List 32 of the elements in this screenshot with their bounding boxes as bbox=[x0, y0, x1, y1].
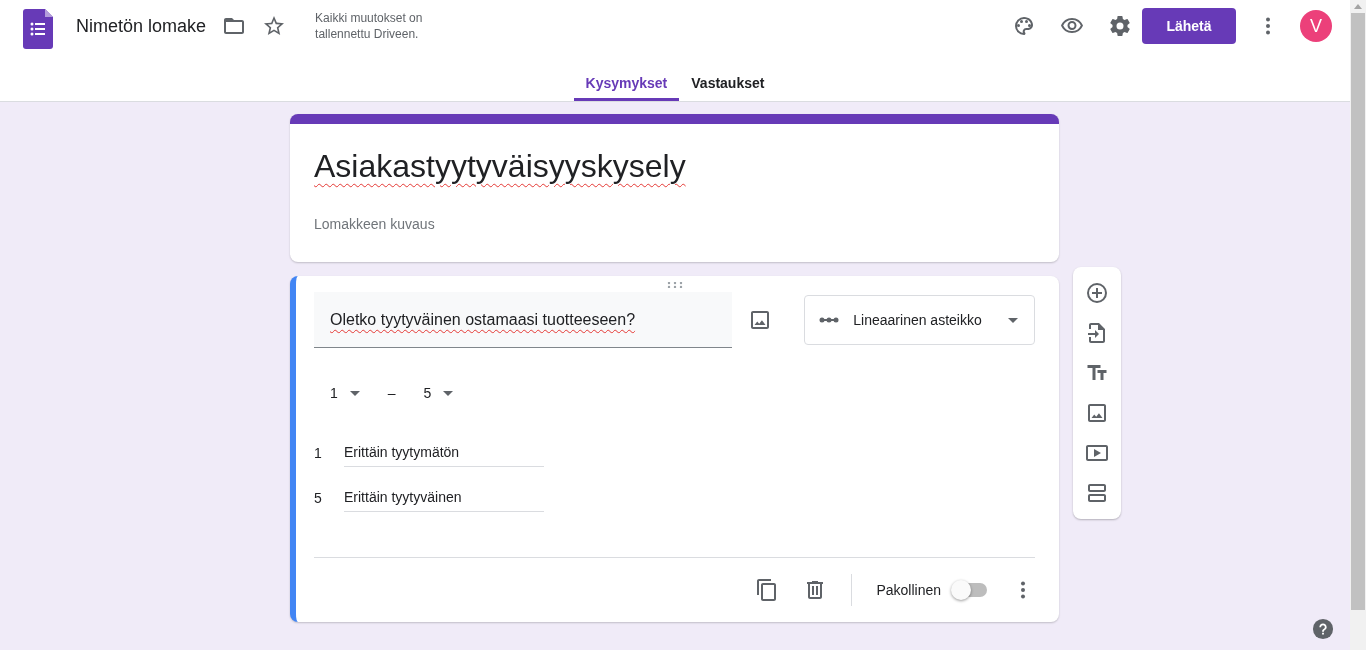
scale-max-dropdown[interactable]: 5 bbox=[423, 385, 454, 401]
scale-value: 5 bbox=[314, 490, 323, 508]
section-icon[interactable] bbox=[1085, 481, 1109, 505]
form-name[interactable]: Nimetön lomake bbox=[76, 15, 207, 37]
tab[interactable]: Kysymykset bbox=[573, 69, 680, 101]
settings-icon[interactable] bbox=[1108, 14, 1132, 38]
form-logo-icon[interactable] bbox=[23, 9, 53, 49]
drag-handle-icon[interactable] bbox=[666, 282, 683, 288]
required-label: Pakollinen bbox=[876, 582, 941, 598]
star-icon[interactable] bbox=[262, 14, 287, 38]
linear-scale-icon bbox=[819, 317, 840, 323]
caret-icon bbox=[443, 390, 454, 396]
scale-min-dropdown[interactable]: 1 bbox=[330, 385, 360, 401]
required-toggle[interactable] bbox=[951, 580, 987, 600]
palette-icon[interactable] bbox=[1012, 14, 1036, 38]
question-field[interactable]: Oletko tyytyväinen ostamaasi tuotteeseen? bbox=[314, 292, 733, 348]
save-status: Kaikki muutokset on tallennettu Driveen. bbox=[315, 10, 424, 42]
image-icon[interactable] bbox=[1085, 401, 1109, 425]
scale-value: 1 bbox=[314, 445, 323, 463]
help-icon[interactable] bbox=[1312, 618, 1334, 640]
caret-icon bbox=[1008, 317, 1018, 323]
avatar[interactable]: V bbox=[1300, 10, 1332, 42]
scale-label-field[interactable]: Erittäin tyytyväinen bbox=[344, 489, 544, 512]
scrollbar[interactable] bbox=[1350, 0, 1366, 650]
scale-separator: – bbox=[387, 385, 396, 401]
question-type-dropdown[interactable]: Lineaarinen asteikko bbox=[804, 295, 1035, 345]
scale-label-field[interactable]: Erittäin tyytymätön bbox=[344, 444, 544, 467]
description-field[interactable]: Lomakkeen kuvaus bbox=[314, 216, 435, 232]
send-button[interactable]: Lähetä bbox=[1142, 8, 1236, 44]
tab[interactable]: Vastaukset bbox=[679, 69, 777, 101]
caret-icon bbox=[349, 390, 360, 396]
form-title-field[interactable]: Asiakastyytyväisyyskysely bbox=[314, 146, 686, 186]
